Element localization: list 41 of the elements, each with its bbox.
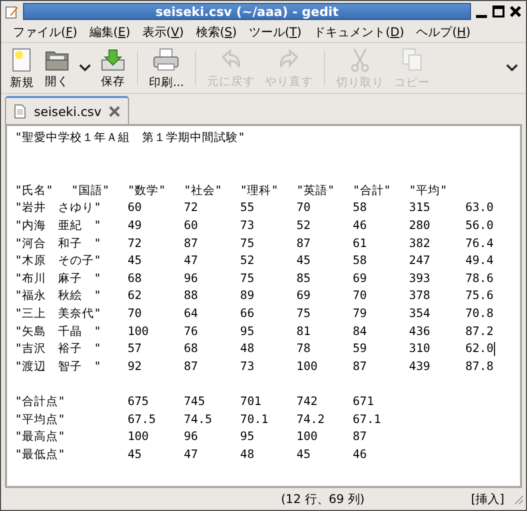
text-line: "木原 その子" 45 47 52 45 58 247 49.4 (15, 252, 494, 270)
toolbar-button[interactable]: 保存 (95, 46, 131, 90)
text-editor-icon (5, 4, 19, 18)
toolbar-button[interactable]: 印刷... (144, 44, 189, 92)
toolbar-button[interactable]: 新規 (5, 44, 39, 92)
text-editor[interactable] (5, 124, 522, 488)
close-icon[interactable] (509, 5, 522, 18)
text-line: "岩井 さゆり" 60 72 55 70 58 315 63.0 (15, 199, 494, 216)
text-line: "合計点" 675 745 701 742 671 (15, 392, 375, 410)
toolbar-button[interactable]: 開く (39, 46, 75, 90)
menu-item[interactable]: ドキュメント(D) (308, 24, 410, 40)
text-line: "氏名" "国語" "数学" "社会" "理科" "英語" "合計" "平均" (15, 182, 448, 199)
menu-item[interactable]: ファイル(F) (7, 24, 84, 40)
menu-item[interactable]: 編集(E) (83, 24, 136, 40)
copy-pages-icon (400, 46, 424, 72)
text-line: "内海 亜紀 " 49 60 73 52 46 280 56.0 (15, 216, 494, 234)
printer-icon (152, 46, 180, 72)
resize-grip-icon[interactable] (512, 493, 524, 505)
menu-item[interactable]: 表示(V) (136, 24, 190, 40)
menu-item[interactable]: ヘルプ(H) (410, 24, 477, 40)
text-line: "最高点" 100 96 95 100 87 (15, 428, 368, 446)
text-line: "平均点" 67.5 74.5 70.1 74.2 67.1 (15, 410, 382, 428)
window-title: seiseki.csv (~/aaa) - gedit (23, 3, 471, 20)
menu-item[interactable]: 検索(S) (190, 24, 243, 40)
close-tab-icon[interactable] (109, 106, 120, 116)
document-tab[interactable]: seiseki.csv (5, 96, 130, 124)
text-line: "布川 麻子 " 68 96 75 85 69 393 78.6 (15, 270, 494, 287)
text-line: "吉沢 裕子 " 57 68 48 78 59 310 62.0 (15, 340, 496, 358)
text-line: "聖愛中学校１年Ａ組 第１学期中間試験" (15, 129, 246, 146)
text-line: "矢島 千晶 " 100 76 95 81 84 436 87.2 (15, 322, 494, 340)
text-line: "最低点" 45 47 48 45 46 (15, 446, 368, 463)
text-line: "三上 美奈代" 70 64 66 75 79 354 70.8 (15, 304, 494, 322)
document-icon (14, 104, 26, 118)
text-line: "渡辺 智子 " 92 87 73 100 87 439 87.8 (15, 358, 494, 375)
save-download-icon (100, 48, 126, 72)
insert-mode: [挿入] (471, 490, 504, 508)
maximize-icon[interactable] (492, 5, 505, 18)
menu-item[interactable]: ツール(T) (242, 24, 308, 40)
text-line: "福永 秋絵 " 62 88 89 69 70 378 75.6 (15, 287, 494, 304)
text-line: "河合 和子 " 72 87 75 87 61 382 76.4 (15, 234, 494, 252)
cursor-position: (12 行、69 列) (281, 490, 366, 508)
